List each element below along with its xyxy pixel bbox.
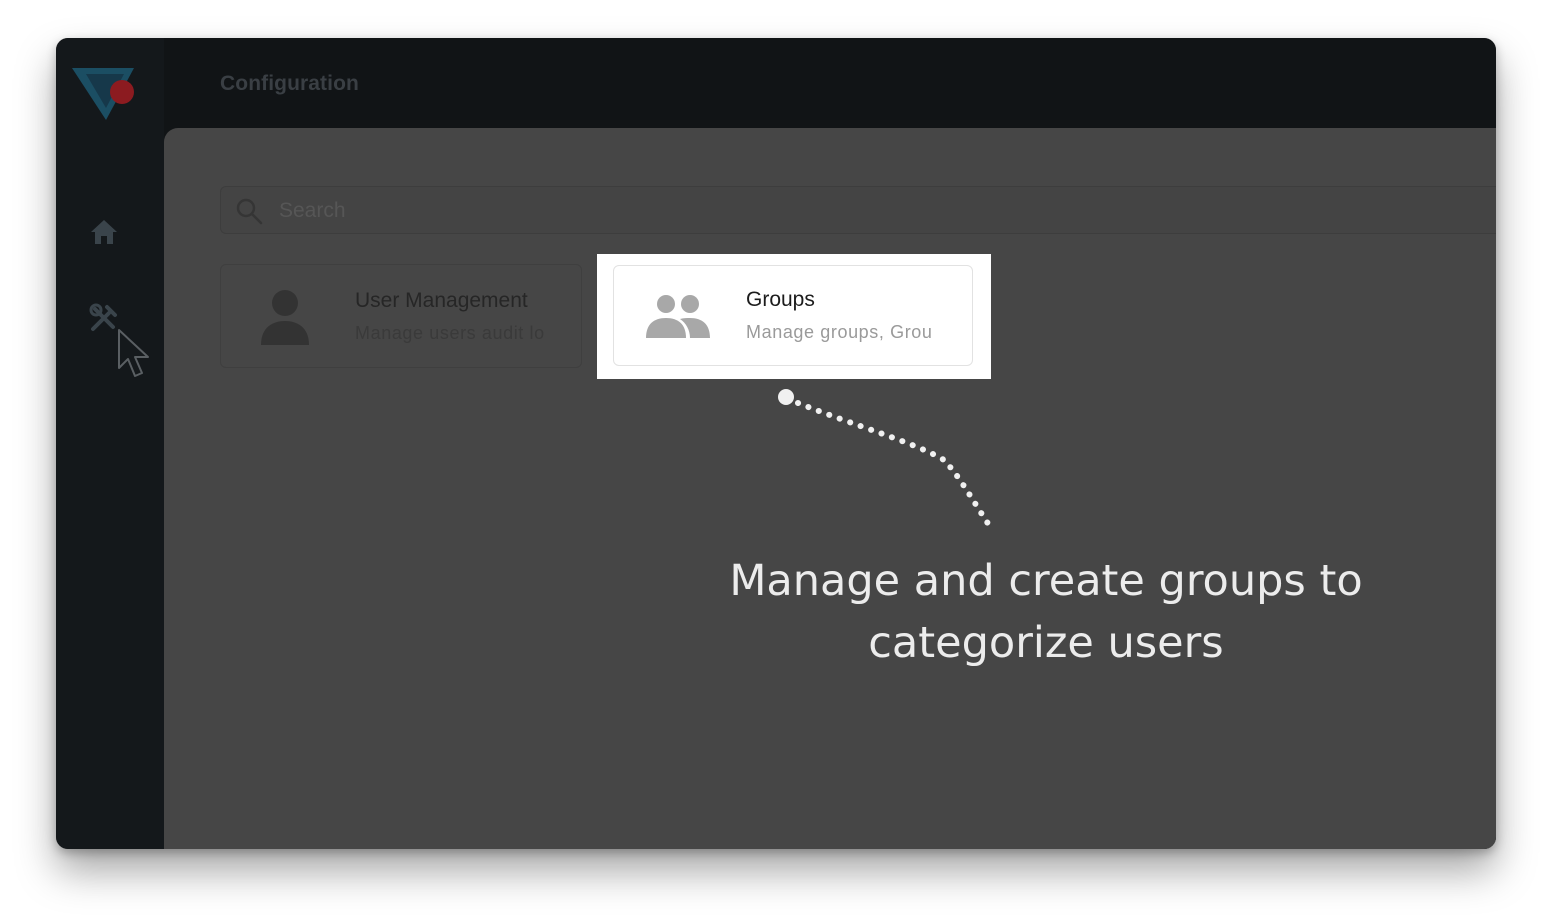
groups-description: Manage groups, Grou: [746, 322, 933, 342]
groups-card[interactable]: Groups Manage groups, Grou: [613, 265, 973, 366]
content-panel: [164, 128, 1496, 849]
search-input[interactable]: [279, 197, 879, 225]
home-icon[interactable]: [86, 214, 122, 250]
search-bar[interactable]: [220, 186, 1496, 234]
app-window: Configuration User Management Manage: [56, 38, 1496, 849]
caption-line-1: Manage and create groups to: [729, 556, 1363, 606]
top-bar: Configuration: [164, 38, 1496, 128]
groups-title: Groups: [746, 288, 815, 311]
user-management-card[interactable]: User Management Manage users audit lo: [220, 264, 582, 368]
user-management-title: User Management: [355, 289, 528, 312]
main-content: [164, 128, 1496, 849]
user-management-description: Manage users audit lo: [355, 323, 545, 343]
mouse-cursor-icon: [116, 328, 156, 382]
annotation-caption: Manage and create groups to categorize u…: [696, 550, 1396, 674]
person-icon: [257, 287, 313, 347]
people-icon: [644, 292, 712, 340]
app-logo[interactable]: [72, 64, 138, 124]
spotlight-highlight: Groups Manage groups, Grou: [597, 254, 991, 379]
caption-line-2: categorize users: [868, 618, 1224, 668]
search-icon: [235, 197, 263, 225]
sidebar: [56, 38, 164, 849]
page-title: Configuration: [220, 72, 359, 95]
